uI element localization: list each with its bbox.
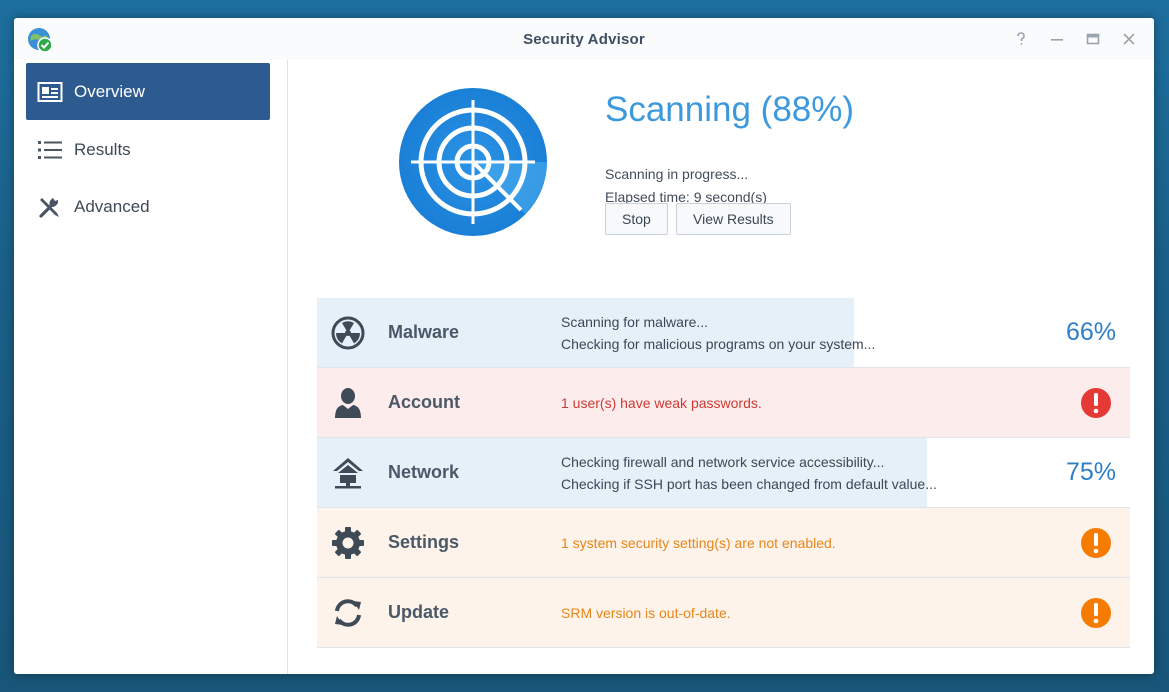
maximize-button[interactable] xyxy=(1082,28,1104,50)
category-row-network: Network Checking firewall and network se… xyxy=(317,438,1130,508)
warning-alert-icon xyxy=(1081,597,1111,628)
category-name: Account xyxy=(388,392,460,412)
category-name: Network xyxy=(388,462,460,482)
minimize-icon xyxy=(1051,39,1063,41)
user-icon xyxy=(330,385,366,421)
radiation-icon xyxy=(330,315,366,351)
sidebar-item-overview[interactable]: Overview xyxy=(26,63,270,120)
refresh-icon xyxy=(330,595,366,631)
sidebar-item-label: Overview xyxy=(74,81,145,101)
category-percent: 66% xyxy=(1065,318,1116,346)
tools-icon xyxy=(36,195,64,219)
close-icon xyxy=(1123,33,1135,45)
category-percent: 75% xyxy=(1065,458,1116,486)
overview-icon xyxy=(36,80,64,104)
description-line: Checking for malicious programs on your … xyxy=(561,335,876,352)
view-results-button[interactable]: View Results xyxy=(676,203,791,235)
error-alert-icon xyxy=(1081,387,1111,418)
maximize-icon xyxy=(1086,33,1100,45)
category-name: Update xyxy=(388,602,450,622)
home-network-icon xyxy=(330,455,366,491)
category-description: Scanning for malware... Checking for mal… xyxy=(561,311,875,355)
sidebar-item-label: Results xyxy=(74,139,131,159)
title-bar: Security Advisor xyxy=(14,18,1154,60)
stop-button[interactable]: Stop xyxy=(605,203,668,235)
scan-progress-title: Scanning (88%) xyxy=(605,90,855,129)
list-icon xyxy=(36,138,64,162)
close-button[interactable] xyxy=(1118,28,1140,50)
gear-icon xyxy=(330,525,366,561)
category-description: Checking firewall and network service ac… xyxy=(561,451,937,495)
description-line: Scanning for malware... xyxy=(561,313,709,330)
minimize-button[interactable] xyxy=(1046,28,1068,50)
category-row-update: Update SRM version is out-of-date. xyxy=(317,578,1130,648)
description-line: Checking firewall and network service ac… xyxy=(561,453,885,470)
help-button[interactable] xyxy=(1010,28,1032,50)
sidebar-item-advanced[interactable]: Advanced xyxy=(26,178,270,235)
sidebar-item-results[interactable]: Results xyxy=(26,121,270,178)
scan-radar-icon xyxy=(399,88,547,236)
description-line: Checking if SSH port has been changed fr… xyxy=(561,475,937,492)
scan-status-text: Scanning in progress... xyxy=(605,166,749,182)
sidebar: Overview Results Advanced xyxy=(14,60,288,674)
category-description: 1 system security setting(s) are not ena… xyxy=(561,532,836,554)
sidebar-item-label: Advanced xyxy=(74,196,150,216)
overview-panel: Scanning (88%) Scanning in progress... E… xyxy=(289,60,1154,674)
category-description: SRM version is out-of-date. xyxy=(561,602,731,624)
category-row-account: Account 1 user(s) have weak passwords. xyxy=(317,368,1130,438)
category-description: 1 user(s) have weak passwords. xyxy=(561,392,762,414)
category-row-malware: Malware Scanning for malware... Checking… xyxy=(317,298,1130,368)
description-line: 1 user(s) have weak passwords. xyxy=(561,394,762,411)
window-controls xyxy=(1010,28,1140,50)
category-list: Malware Scanning for malware... Checking… xyxy=(317,298,1130,648)
help-icon xyxy=(1017,32,1025,45)
warning-alert-icon xyxy=(1081,527,1111,558)
description-line: 1 system security setting(s) are not ena… xyxy=(561,534,836,551)
category-name: Settings xyxy=(388,532,460,552)
window-title: Security Advisor xyxy=(523,30,645,48)
category-name: Malware xyxy=(388,322,460,342)
category-row-settings: Settings 1 system security setting(s) ar… xyxy=(317,508,1130,578)
security-advisor-app-icon xyxy=(28,28,53,53)
description-line: SRM version is out-of-date. xyxy=(561,604,731,621)
security-advisor-window: Security Advisor Overview Results Advanc… xyxy=(14,18,1154,674)
